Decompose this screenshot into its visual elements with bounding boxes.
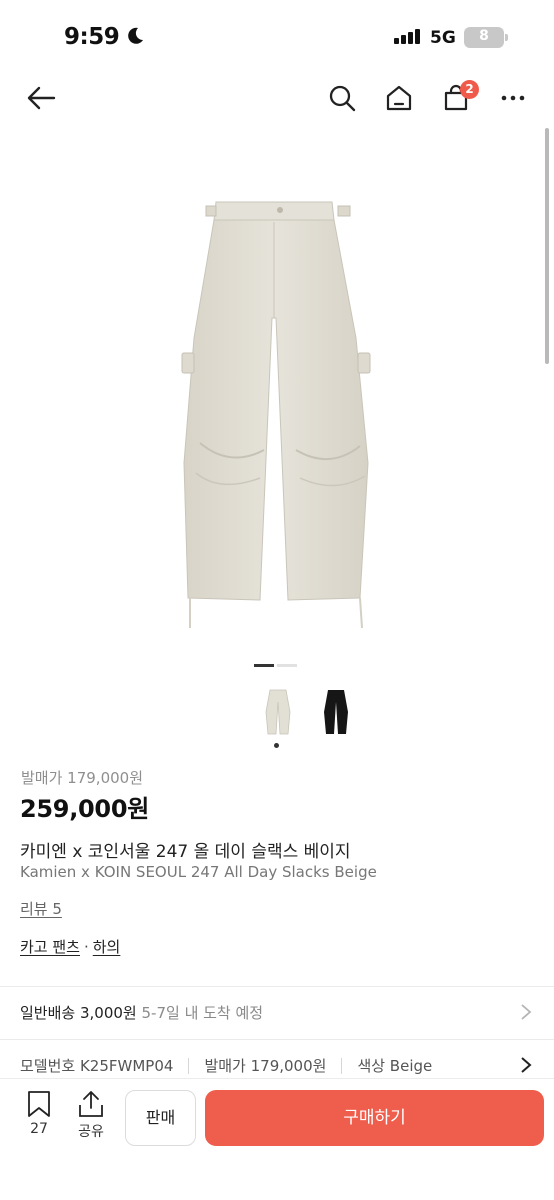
search-icon (329, 85, 356, 112)
cart-count-badge: 2 (460, 80, 479, 99)
shipping-row[interactable]: 일반배송 3,000원 5-7일 내 도착 예정 (20, 1002, 263, 1023)
category-link-bottoms[interactable]: 하의 (93, 938, 121, 956)
divider (0, 1039, 554, 1040)
network-type: 5G (430, 28, 456, 48)
bookmark-count: 27 (30, 1121, 48, 1137)
home-icon (386, 85, 412, 111)
selected-variant-dot (274, 743, 279, 748)
product-image[interactable] (160, 188, 390, 638)
chevron-right-icon[interactable] (520, 1056, 532, 1074)
share-label: 공유 (78, 1124, 104, 1140)
original-price: 발매가 179,000원 (21, 769, 143, 787)
search-button[interactable] (324, 80, 360, 116)
release-price: 발매가 179,000원 (204, 1057, 327, 1075)
variant-thumbnail-beige[interactable] (265, 688, 291, 736)
back-button[interactable] (23, 80, 59, 116)
carousel-dot (277, 664, 297, 667)
category-link-cargo-pants[interactable]: 카고 팬츠 (20, 938, 80, 956)
bookmark-icon[interactable] (24, 1090, 54, 1118)
divider (0, 986, 554, 987)
more-button[interactable] (495, 80, 531, 116)
moon-icon (128, 27, 143, 44)
more-icon (501, 95, 525, 101)
carousel-indicator (254, 664, 297, 667)
model-number: 모델번호 K25FWMP04 (20, 1057, 174, 1075)
variant-thumbnail-black[interactable] (323, 688, 349, 736)
review-link[interactable]: 리뷰 5 (20, 898, 62, 919)
carousel-dot-active (254, 664, 274, 667)
battery-icon: 8 (464, 27, 504, 48)
status-bar: 9:59 5G 8 (0, 0, 554, 72)
battery-tip (505, 34, 508, 41)
shipping-fee: 일반배송 3,000원 (20, 1004, 137, 1022)
cellular-signal-icon (394, 29, 420, 44)
category-breadcrumb: 카고 팬츠 · 하의 (20, 936, 120, 957)
product-title-en: Kamien x KOIN SEOUL 247 All Day Slacks B… (20, 863, 377, 881)
share-icon[interactable] (74, 1090, 108, 1118)
status-time: 9:59 (64, 24, 120, 50)
buy-button[interactable]: 구매하기 (205, 1090, 544, 1146)
spec-separator (341, 1057, 343, 1074)
product-title: 카미엔 x 코인서울 247 올 데이 슬랙스 베이지 (20, 842, 351, 862)
category-separator: · (83, 938, 89, 956)
spec-separator (188, 1057, 190, 1074)
spec-row[interactable]: 모델번호 K25FWMP04 발매가 179,000원 색상 Beige (20, 1055, 432, 1076)
sell-button[interactable]: 판매 (125, 1090, 196, 1146)
chevron-right-icon (521, 1004, 532, 1020)
battery-level: 8 (479, 28, 489, 44)
sale-price: 259,000원 (20, 795, 149, 823)
shipping-eta: 5-7일 내 도착 예정 (141, 1004, 264, 1022)
scrollbar[interactable] (545, 128, 549, 364)
back-arrow-icon (27, 86, 56, 110)
color-spec: 색상 Beige (357, 1057, 433, 1075)
home-button[interactable] (381, 80, 417, 116)
